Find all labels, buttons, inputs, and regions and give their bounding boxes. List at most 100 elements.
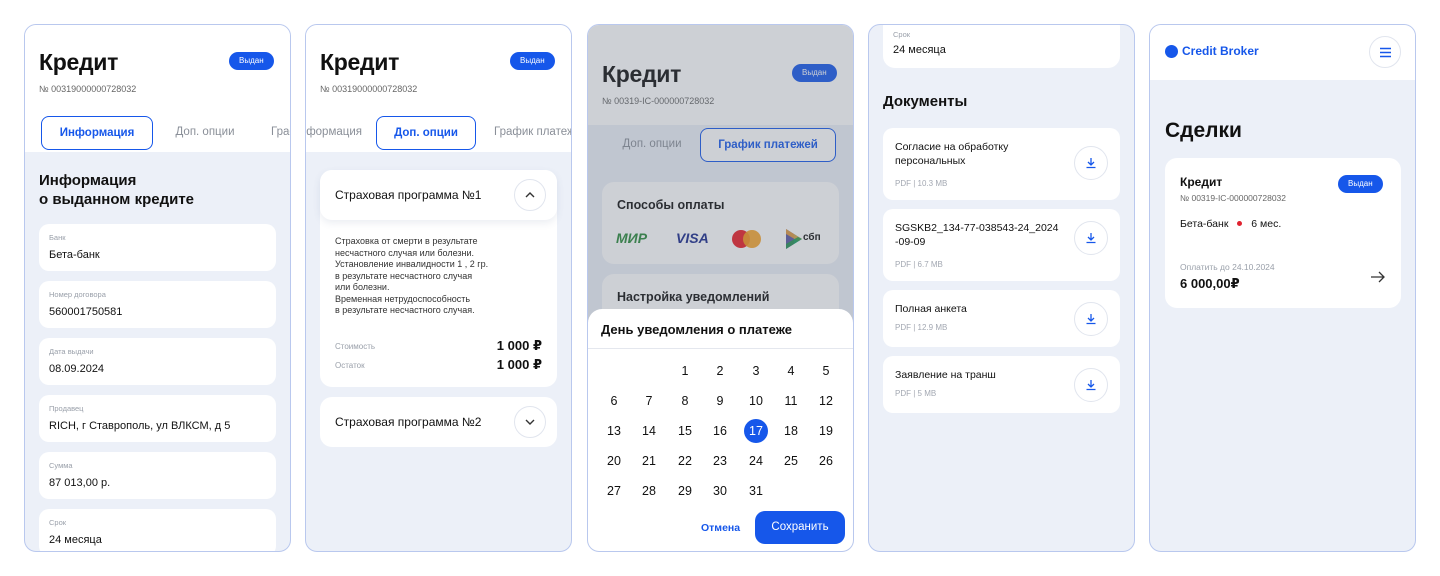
download-icon[interactable] [1074,368,1108,402]
tab-schedule[interactable]: График платежей [494,116,571,150]
document-item[interactable]: Согласие на обработку персональных PDF |… [883,128,1120,200]
calendar-day[interactable]: 18 [779,419,803,443]
status-badge: Выдан [1338,175,1383,193]
tab-options[interactable]: Доп. опции [376,116,476,150]
document-item[interactable]: SGSKB2_134-77-038543-24_2024 -09-09 PDF … [883,209,1120,281]
calendar-day[interactable]: 30 [708,479,732,503]
document-size: 5 MB [917,389,937,398]
cancel-button[interactable]: Отмена [701,522,740,534]
field-value: RICH, г Ставрополь, ул ВЛКСМ, д 5 [49,420,231,432]
calendar-day[interactable]: 17 [744,419,768,443]
calendar-day[interactable]: 8 [673,389,697,413]
calendar-day[interactable]: 19 [814,419,838,443]
document-format: PDF [895,179,911,188]
section-title-line1: Информация [39,172,137,189]
document-item[interactable]: Заявление на транш PDF | 5 MB [883,356,1120,413]
due-label: Оплатить до 24.10.2024 [1180,262,1275,272]
tab-information[interactable]: Информация [41,116,153,150]
download-icon[interactable] [1074,221,1108,255]
calendar-day[interactable]: 15 [673,419,697,443]
calendar-day[interactable]: 3 [744,359,768,383]
calendar-day[interactable]: 11 [779,389,803,413]
document-name: Согласие на обработку персональных [895,141,1009,167]
calendar-day[interactable]: 10 [744,389,768,413]
calendar-day[interactable]: 4 [779,359,803,383]
document-item[interactable]: Полная анкета PDF | 12.9 MB [883,290,1120,347]
arrow-right-icon[interactable] [1370,270,1386,288]
calendar-day[interactable]: 16 [708,419,732,443]
screen-credit-info: Кредит Выдан № 00319000000728032 Информа… [24,24,291,552]
chevron-up-icon[interactable] [514,179,546,211]
document-size: 10.3 MB [917,179,948,188]
top-bar: Credit Broker [1150,25,1415,80]
tab-options[interactable]: Доп. опции [161,116,249,150]
program-header[interactable]: Страховая программа №1 [320,170,557,220]
field-value: 87 013,00 р. [49,477,111,489]
calendar-day[interactable]: 6 [602,389,626,413]
calendar-day[interactable]: 21 [637,449,661,473]
field-value: Бета-банк [49,249,100,261]
document-format: PDF [895,323,911,332]
calendar-day[interactable]: 7 [637,389,661,413]
calendar-day[interactable]: 2 [708,359,732,383]
page-title: Кредит [39,49,119,75]
calendar-day[interactable]: 9 [708,389,732,413]
deal-card[interactable]: Кредит Выдан № 00319-IC-000000728032 Бет… [1165,158,1401,308]
save-button[interactable]: Сохранить [755,511,845,544]
calendar-day[interactable]: 28 [637,479,661,503]
contract-number: № 00319000000728032 [39,84,137,94]
calendar-day[interactable]: 23 [708,449,732,473]
field-label: Срок [893,30,911,39]
document-meta: PDF | 12.9 MB [895,323,948,332]
calendar-day[interactable]: 26 [814,449,838,473]
calendar-day[interactable]: 12 [814,389,838,413]
remainder-label: Остаток [335,361,365,370]
calendar-day[interactable]: 25 [779,449,803,473]
chevron-down-icon[interactable] [514,406,546,438]
cost-label: Стоимость [335,342,376,351]
field-label: Срок [49,518,67,527]
field-contract-number: Номер договора 560001750581 [39,281,276,328]
field-value: 24 месяца [893,44,946,56]
calendar-day[interactable]: 29 [673,479,697,503]
calendar-day[interactable]: 27 [602,479,626,503]
deal-bank: Бета-банк [1180,218,1229,230]
download-icon[interactable] [1074,146,1108,180]
calendar-day[interactable]: 5 [814,359,838,383]
field-value: 08.09.2024 [49,363,105,375]
field-label: Банк [49,233,66,242]
calendar-day[interactable]: 1 [673,359,697,383]
section-title: Информация о выданном кредите [39,171,194,209]
tab-bar: Информация Доп. опции График платежей [25,116,290,150]
field-issue-date: Дата выдачи 08.09.2024 [39,338,276,385]
status-badge: Выдан [510,52,555,70]
deal-title: Кредит [1180,175,1223,189]
tab-information[interactable]: Информация [306,116,362,150]
calendar-day[interactable]: 13 [602,419,626,443]
document-format: PDF [895,260,911,269]
hamburger-menu-icon[interactable] [1369,36,1401,68]
documents-title: Документы [883,93,968,110]
calendar-day[interactable]: 14 [637,419,661,443]
calendar-day[interactable]: 22 [673,449,697,473]
document-name: SGSKB2_134-77-038543-24_2024 -09-09 [895,222,1059,248]
status-badge: Выдан [229,52,274,70]
field-label: Сумма [49,461,73,470]
calendar-day[interactable]: 24 [744,449,768,473]
tab-schedule[interactable]: График платежей [271,116,290,150]
document-meta: PDF | 10.3 MB [895,179,948,188]
field-value: 24 месяца [49,534,102,546]
insurance-program-card-2[interactable]: Страховая программа №2 [320,397,557,447]
screen-credit-options: Кредит Выдан № 00319000000728032 Информа… [305,24,572,552]
calendar-day[interactable]: 31 [744,479,768,503]
calendar-day[interactable]: 20 [602,449,626,473]
field-term: Срок 24 месяца [883,25,1120,68]
download-icon[interactable] [1074,302,1108,336]
field-seller: Продавец RICH, г Ставрополь, ул ВЛКСМ, д… [39,395,276,442]
sheet-title: День уведомления о платеже [601,322,792,337]
deal-amount: 6 000,00₽ [1180,276,1240,291]
document-meta: PDF | 6.7 MB [895,260,943,269]
deal-number: № 00319-IC-000000728032 [1180,193,1287,203]
status-dot-icon [1237,221,1243,227]
brand-name[interactable]: Credit Broker [1182,44,1259,58]
